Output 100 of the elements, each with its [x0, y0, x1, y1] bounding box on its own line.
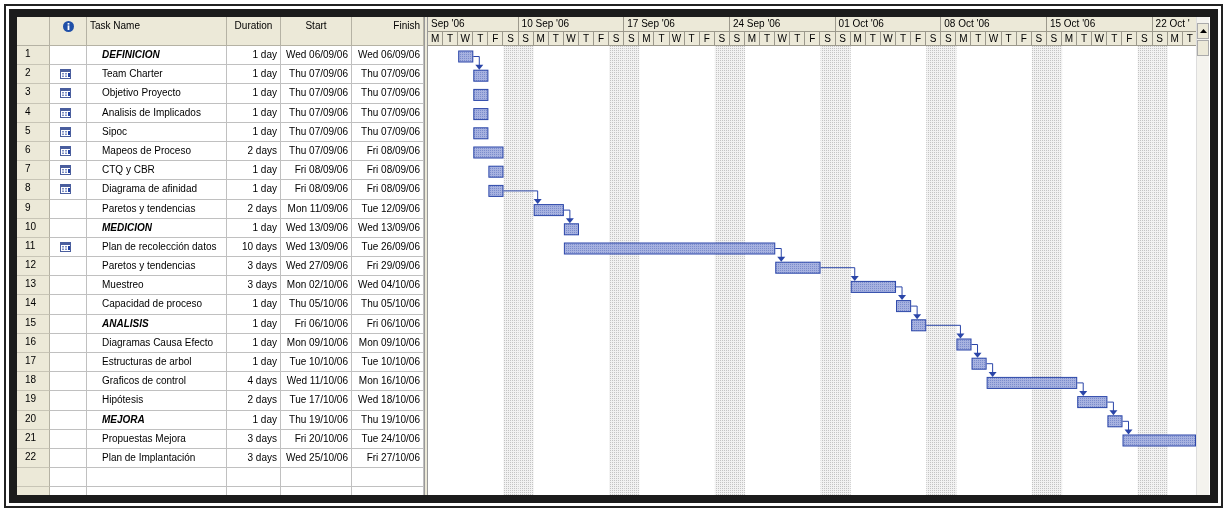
- task-name-cell: Propuestas Mejora: [87, 429, 227, 449]
- task-bar[interactable]: [473, 88, 489, 101]
- week-header: 24 Sep '06: [729, 17, 836, 32]
- day-header: W: [1092, 31, 1108, 46]
- link-arrow: [1106, 401, 1118, 416]
- start-date-cell: Mon 11/09/06: [281, 199, 352, 219]
- task-name-cell: DEFINICION: [87, 46, 227, 66]
- day-header: T: [578, 31, 595, 46]
- duration-cell: 1 day: [227, 333, 281, 353]
- day-header: M: [850, 31, 866, 46]
- start-date-cell: Fri 08/09/06: [281, 180, 352, 200]
- calendar-icon: [60, 165, 71, 176]
- day-header: M: [1167, 31, 1183, 46]
- week-header: 10 Sep '06: [518, 17, 625, 32]
- row-header[interactable]: 1: [17, 46, 50, 66]
- start-date-cell: Wed 06/09/06: [281, 46, 352, 66]
- column-header[interactable]: Duration: [227, 17, 281, 46]
- task-bar[interactable]: [473, 127, 489, 140]
- duration-cell: 2 days: [227, 199, 281, 219]
- start-date-cell: Fri 06/10/06: [281, 314, 352, 334]
- start-date-cell: Fri 08/09/06: [281, 161, 352, 181]
- day-header: W: [986, 31, 1002, 46]
- duration-cell: 1 day: [227, 46, 281, 66]
- day-header: T: [654, 31, 670, 46]
- task-bar[interactable]: [488, 184, 504, 197]
- day-header: T: [548, 31, 564, 46]
- start-date-cell: Thu 07/09/06: [281, 84, 352, 104]
- column-header[interactable]: Finish: [352, 17, 424, 46]
- task-name-cell: Hipótesis: [87, 391, 227, 411]
- calendar-icon: [60, 184, 71, 195]
- day-header: T: [760, 31, 776, 46]
- task-bar[interactable]: [1077, 396, 1108, 409]
- task-name-cell: Diagramas Causa Efecto: [87, 333, 227, 353]
- duration-cell: 1 day: [227, 65, 281, 85]
- link-arrow: [563, 209, 574, 224]
- day-header: T: [971, 31, 987, 46]
- task-name-cell: Sipoc: [87, 122, 227, 142]
- day-header: W: [880, 31, 896, 46]
- scroll-up-button[interactable]: [1197, 23, 1209, 39]
- task-bar[interactable]: [896, 300, 912, 313]
- column-header[interactable]: Task Name: [87, 17, 227, 46]
- duration-cell: 1 day: [227, 353, 281, 373]
- day-header: T: [1077, 31, 1093, 46]
- task-bar[interactable]: [1107, 415, 1123, 428]
- row-header[interactable]: 3: [17, 84, 50, 104]
- start-date-cell: Wed 25/10/06: [281, 448, 352, 469]
- row-header[interactable]: 12: [17, 257, 50, 277]
- column-header[interactable]: [50, 17, 87, 46]
- scrollbar-thumb[interactable]: [1197, 40, 1209, 56]
- task-name-cell: Plan de Implantación: [87, 448, 227, 469]
- row-header[interactable]: 2: [17, 65, 50, 85]
- row-header[interactable]: 7: [17, 161, 50, 181]
- day-header: T: [1107, 31, 1123, 46]
- day-header: T: [473, 31, 489, 46]
- row-header[interactable]: 17: [17, 353, 50, 373]
- day-header: T: [1001, 31, 1017, 46]
- duration-cell: 1 day: [227, 295, 281, 315]
- task-name-cell: Objetivo Proyecto: [87, 84, 227, 104]
- link-arrow: [503, 190, 542, 205]
- empty-cell: [281, 468, 352, 488]
- task-bar[interactable]: [911, 319, 927, 332]
- day-header: T: [865, 31, 881, 46]
- day-header: M: [1061, 31, 1078, 46]
- duration-cell: 1 day: [227, 218, 281, 238]
- duration-cell: 10 days: [227, 237, 281, 258]
- row-header[interactable]: 8: [17, 180, 50, 200]
- link-arrow: [820, 267, 859, 281]
- start-date-cell: Thu 07/09/06: [281, 65, 352, 85]
- task-bar[interactable]: [850, 280, 897, 293]
- duration-cell: 3 days: [227, 257, 281, 277]
- duration-cell: 4 days: [227, 372, 281, 392]
- duration-cell: 1 day: [227, 84, 281, 104]
- task-bar[interactable]: [563, 223, 579, 236]
- task-bar[interactable]: [533, 204, 564, 217]
- task-bar[interactable]: [473, 69, 489, 82]
- link-arrow: [895, 286, 907, 301]
- row-header[interactable]: 19: [17, 391, 50, 411]
- week-header: Sep '06: [428, 17, 519, 32]
- duration-cell: 2 days: [227, 391, 281, 411]
- column-header[interactable]: Start: [281, 17, 352, 46]
- calendar-icon: [60, 126, 71, 137]
- task-name-cell: Capacidad de proceso: [87, 295, 227, 315]
- day-header: W: [458, 31, 474, 46]
- row-header[interactable]: 18: [17, 372, 50, 392]
- task-bar[interactable]: [986, 376, 1078, 389]
- week-header: 08 Oct '06: [941, 17, 1047, 32]
- task-bar[interactable]: [775, 261, 821, 274]
- task-bar[interactable]: [488, 165, 504, 178]
- calendar-icon: [60, 69, 71, 80]
- row-header[interactable]: 14: [17, 295, 50, 315]
- task-bar[interactable]: [458, 50, 474, 63]
- day-header: F: [488, 31, 504, 46]
- corner-cell[interactable]: [17, 17, 50, 46]
- start-date-cell: Thu 07/09/06: [281, 141, 352, 162]
- task-bar[interactable]: [473, 108, 489, 121]
- link-arrow: [472, 56, 484, 70]
- task-bar[interactable]: [971, 357, 987, 370]
- week-header: 17 Sep '06: [624, 17, 730, 32]
- task-name-cell: Team Charter: [87, 65, 227, 85]
- row-header[interactable]: 13: [17, 276, 50, 296]
